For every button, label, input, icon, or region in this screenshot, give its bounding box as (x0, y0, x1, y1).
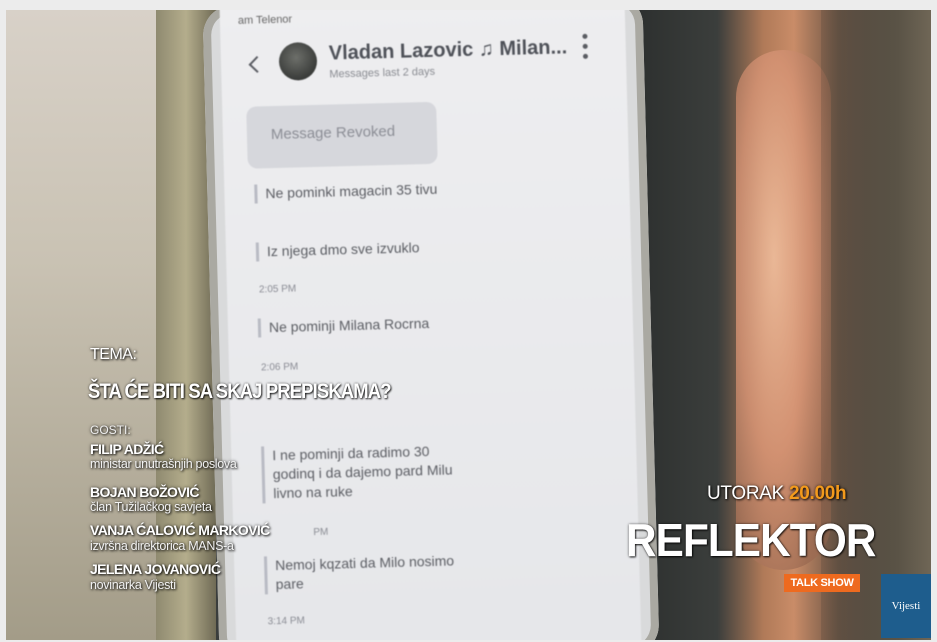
contact-name[interactable]: Vladan Lazovic ♫ Milan... (329, 36, 568, 65)
topic-title: ŠTA ĆE BITI SA SKAJ PREPISKAMA? (88, 380, 392, 403)
message-timestamp: 2:06 PM (260, 361, 299, 374)
guest-name: BOJAN BOŽOVIĆ (90, 484, 199, 500)
message-timestamp: 2:05 PM (258, 283, 297, 296)
more-vertical-icon[interactable] (582, 33, 589, 64)
topic-label: TEMA: (90, 346, 137, 363)
contact-subtitle: Messages last 2 days (329, 65, 436, 81)
guest-name: JELENA JOVANOVIĆ (90, 561, 221, 577)
guest-role: ministar unutrašnjih poslova (90, 457, 237, 471)
guest-name: FILIP ADŽIĆ (90, 441, 164, 457)
show-title: REFLEKTOR (626, 514, 876, 566)
back-arrow-icon[interactable] (248, 55, 266, 73)
broadcast-time: UTORAK 20.00h (707, 483, 847, 505)
channel-logo: Vijesti (881, 574, 931, 638)
chat-message: Ne pominji Milana Rocrna (257, 314, 430, 338)
status-bar: am Telenor (237, 13, 293, 27)
phone-screen: am Telenor Vladan Lazovic ♫ Milan... Mes… (219, 10, 642, 640)
revoked-message: Message Revoked (246, 101, 438, 169)
message-timestamp: 3:14 PM (267, 615, 306, 628)
guests-label: GOSTI: (90, 423, 131, 437)
chat-message: Iz njega dmo sve izvuklo (255, 238, 420, 262)
avatar[interactable] (278, 41, 318, 81)
message-timestamp: PM (313, 526, 329, 539)
chat-message: Ne pominki magacin 35 tivu (254, 179, 438, 204)
guest-role: izvršna direktorica MANS-a (90, 539, 234, 553)
guest-role: novinarka Vijesti (90, 578, 176, 592)
chat-message: I ne pominji da radimo 30 godinq i da da… (261, 441, 454, 504)
broadcast-hour: 20.00h (789, 483, 847, 504)
broadcast-day: UTORAK (707, 483, 785, 504)
chat-message: Nemoj kqzati da Milo nosimo pare (263, 551, 455, 595)
guest-role: član Tužilačkog savjeta (90, 500, 212, 514)
show-type-badge: TALK SHOW (784, 574, 860, 592)
guest-name: VANJA ĆALOVIĆ MARKOVIĆ (90, 522, 270, 538)
